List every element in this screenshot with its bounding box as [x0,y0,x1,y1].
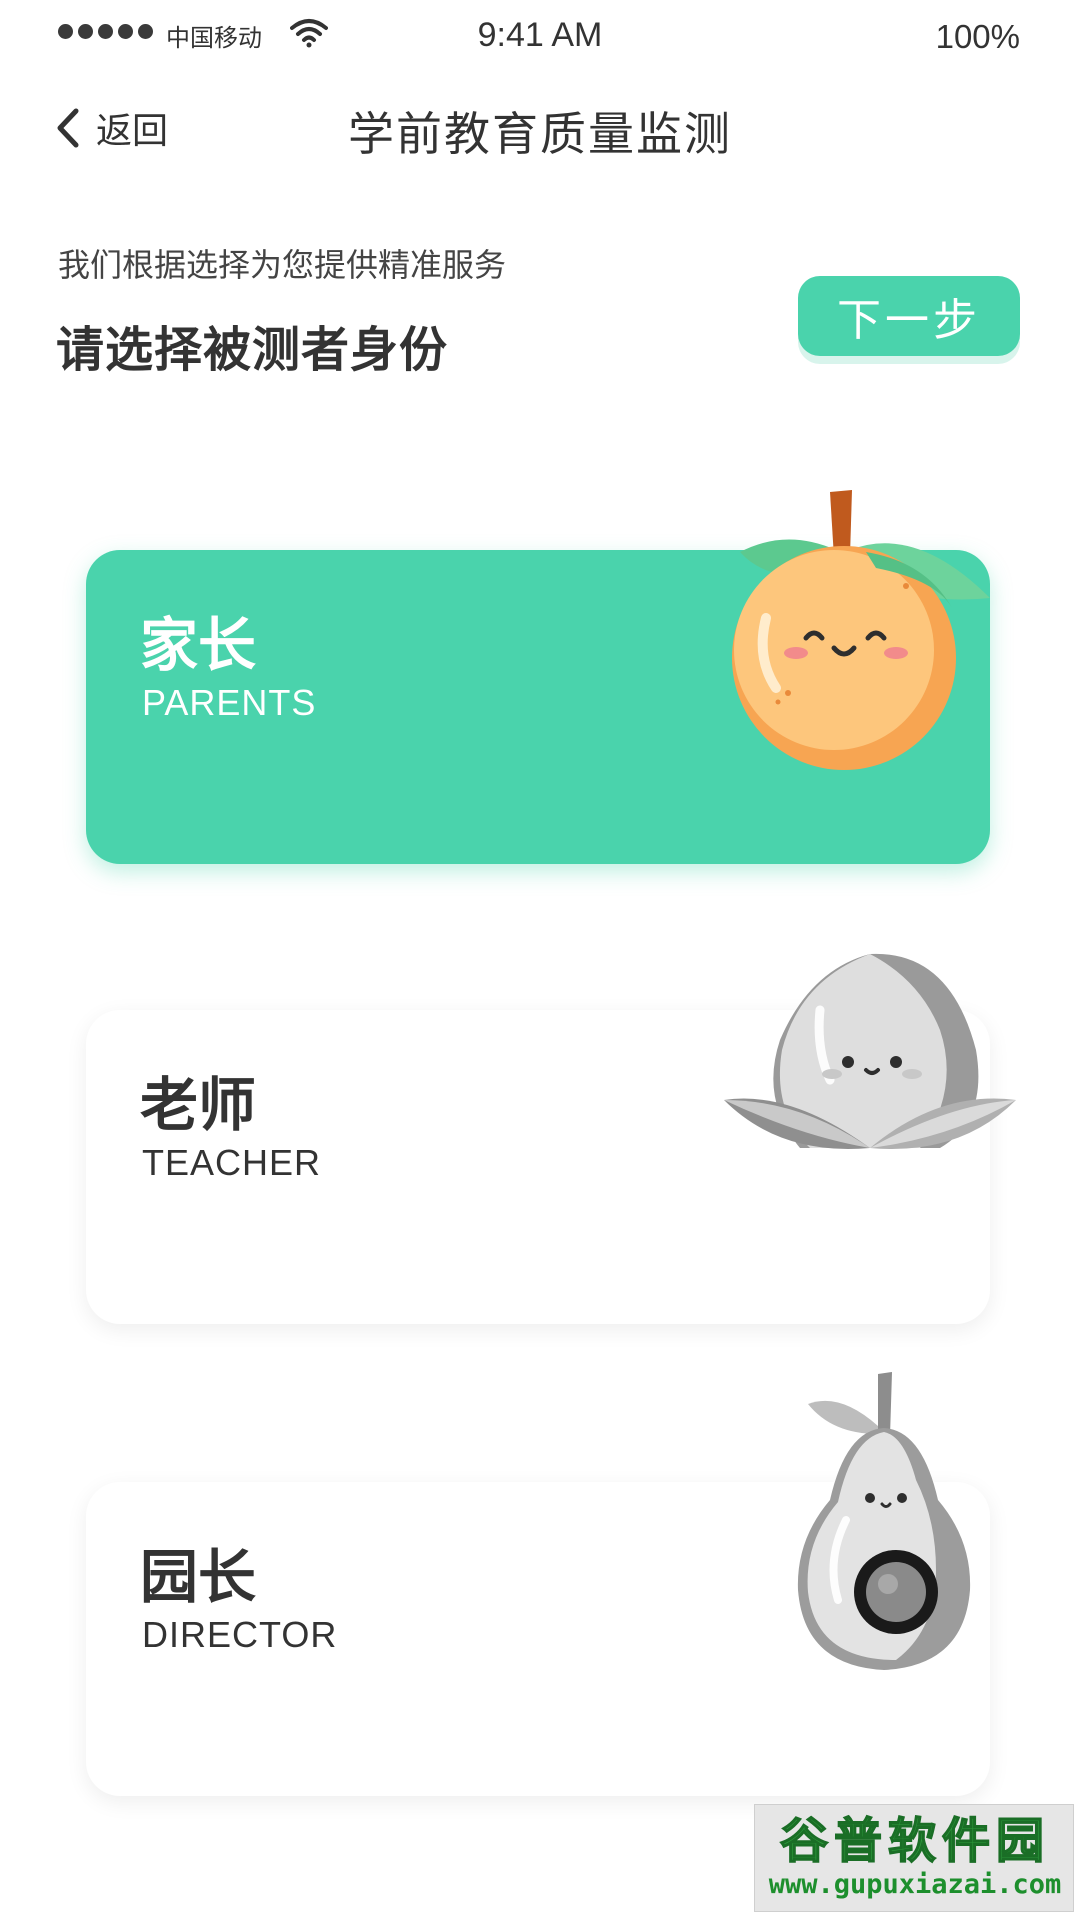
status-bar: 中国移动 9:41 AM 100% [0,0,1080,72]
role-label-en: TEACHER [142,1142,322,1183]
back-label: 返回 [96,111,169,152]
clock: 9:41 AM [477,16,603,54]
chevron-left-icon [57,108,79,148]
role-label-cn: 家长 [140,611,257,679]
watermark-url: www.gupuxiazai.com [768,1869,1062,1900]
heading: 请选择被测者身份 [56,322,449,378]
subtitle: 我们根据选择为您提供精准服务 [58,246,507,284]
back-button[interactable]: 返回 [52,96,168,160]
watermark-logo: 谷普软件园 [763,1809,1067,1869]
role-label-cn: 老师 [140,1071,257,1139]
battery-level: 100% [935,18,1020,55]
pear-mascot-icon [797,1372,971,1670]
orange-mascot-icon [732,490,990,770]
next-button[interactable]: 下一步 [798,276,1020,356]
nav-bar: 学前教育质量监测 返回 [0,90,1080,170]
watermark: 谷普软件园 www.gupuxiazai.com [754,1804,1074,1912]
role-label-en: DIRECTOR [142,1614,338,1655]
peach-mascot-icon [724,953,1016,1149]
role-label-cn: 园长 [140,1543,257,1611]
role-label-en: PARENTS [142,682,317,723]
svg-text:谷普软件园: 谷普软件园 [780,1813,1050,1869]
